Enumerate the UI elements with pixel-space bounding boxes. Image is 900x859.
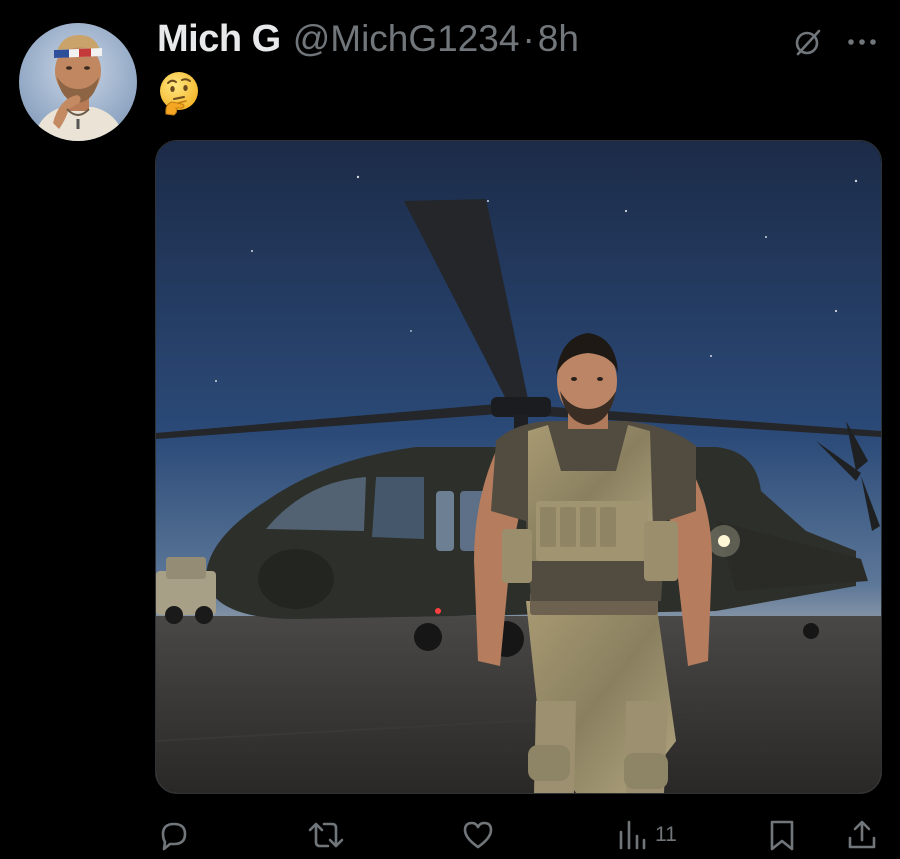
grok-icon[interactable]: [792, 26, 824, 58]
tweet-actions-bar: 11: [0, 812, 900, 858]
like-button[interactable]: [461, 812, 495, 858]
bar-chart-icon: [617, 818, 647, 852]
avatar[interactable]: [19, 23, 137, 141]
views-button[interactable]: 11: [617, 812, 677, 858]
share-button[interactable]: [845, 812, 879, 858]
separator-dot: ·: [522, 18, 535, 59]
display-name[interactable]: Mich G: [157, 18, 281, 61]
tweet-article[interactable]: Mich G @MichG1234 · 8h 11: [0, 0, 900, 859]
bookmark-icon: [767, 818, 797, 852]
retweet-button[interactable]: [306, 812, 346, 858]
user-handle[interactable]: @MichG1234: [293, 18, 520, 60]
bookmark-button[interactable]: [767, 812, 797, 858]
timestamp[interactable]: 8h: [538, 18, 579, 60]
views-count: 11: [655, 823, 677, 846]
more-dots-icon[interactable]: [846, 28, 878, 56]
share-upload-icon: [845, 818, 879, 852]
avatar-image: [19, 23, 137, 141]
speech-bubble-icon: [157, 818, 191, 852]
photo-illustration: [156, 141, 881, 793]
retweet-arrows-icon: [306, 818, 346, 852]
tweet-media-photo[interactable]: [155, 140, 882, 794]
thinking-face-emoji: [156, 70, 202, 116]
reply-button[interactable]: [157, 812, 191, 858]
heart-icon: [461, 818, 495, 852]
tweet-header: Mich G @MichG1234 · 8h: [157, 18, 579, 64]
